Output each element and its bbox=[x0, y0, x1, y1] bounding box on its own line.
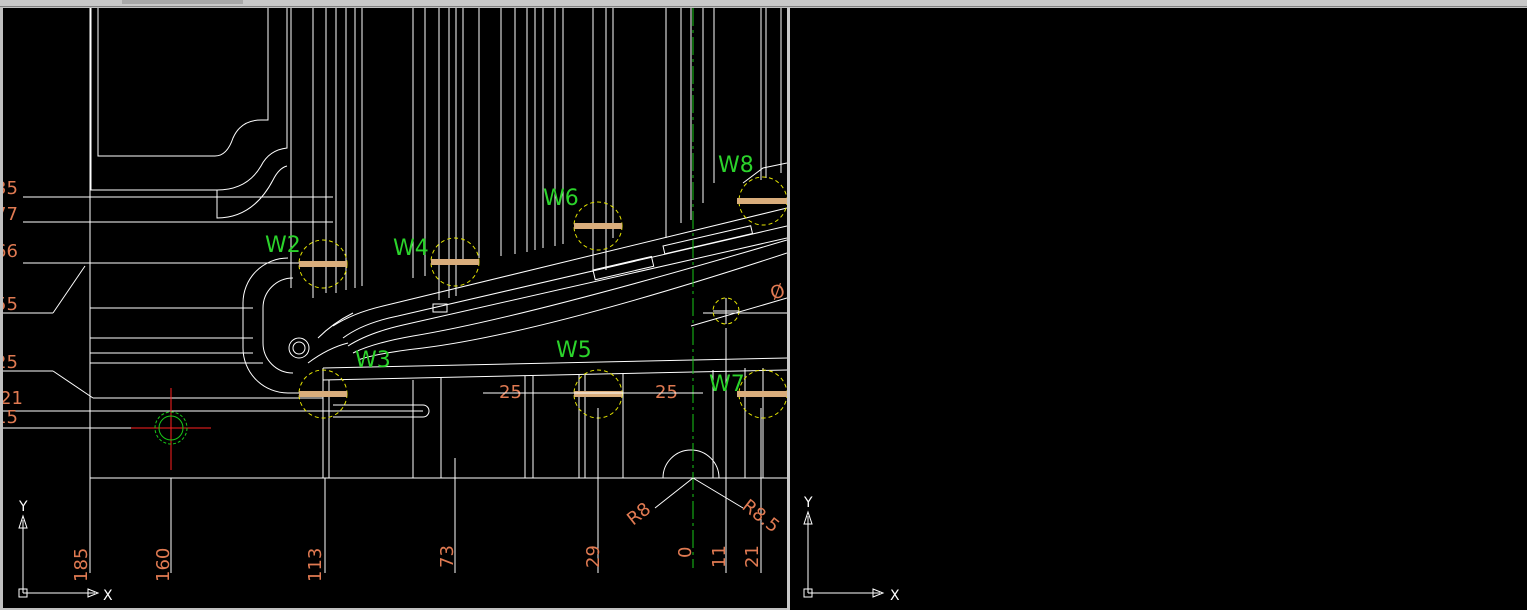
toolbar-tab[interactable] bbox=[122, 0, 243, 4]
dim-11: 11 bbox=[709, 545, 730, 568]
dim-160: 160 bbox=[153, 548, 174, 582]
dim-15: 15 bbox=[3, 407, 18, 428]
dim-21: 21 bbox=[3, 388, 23, 409]
label-w8: W8 bbox=[718, 153, 754, 178]
label-w5: W5 bbox=[556, 338, 592, 363]
bottom-dimensions: 185 160 113 73 29 0 11 21 bbox=[71, 545, 763, 582]
label-w3: W3 bbox=[355, 348, 391, 373]
dim-73: 73 bbox=[437, 545, 458, 568]
radius-dimensions: R8 R8.5 Ø bbox=[623, 280, 787, 537]
dim-35: 35 bbox=[3, 178, 18, 199]
dim-77: 77 bbox=[3, 204, 18, 225]
dim-66: 66 bbox=[3, 241, 18, 262]
ucs-icon-right bbox=[803, 510, 885, 598]
cad-drawing-canvas[interactable]: Y X W2 W3 W4 W5 W6 W7 W8 35 77 66 55 25 … bbox=[3, 8, 787, 608]
dim-r8: R8 bbox=[623, 499, 655, 530]
label-w2: W2 bbox=[265, 233, 301, 258]
dim-113: 113 bbox=[305, 548, 326, 582]
dim-0: 0 bbox=[675, 547, 696, 558]
dim-185: 185 bbox=[71, 548, 92, 582]
dim-21-bottom: 21 bbox=[742, 545, 763, 568]
ucs-x-label-right: X bbox=[890, 588, 900, 604]
ucs-x-label: X bbox=[103, 588, 113, 604]
label-w4: W4 bbox=[393, 236, 429, 261]
drawing-viewport-left[interactable]: Y X W2 W3 W4 W5 W6 W7 W8 35 77 66 55 25 … bbox=[3, 8, 787, 608]
label-w7: W7 bbox=[709, 372, 745, 397]
dim-55: 55 bbox=[3, 294, 18, 315]
empty-canvas[interactable]: Y X bbox=[790, 8, 1527, 610]
diameter-leader bbox=[690, 297, 787, 327]
drawing-viewport-right[interactable]: Y X bbox=[790, 8, 1527, 610]
red-crosshair-icon bbox=[131, 388, 211, 470]
dim-diameter: Ø bbox=[768, 280, 787, 305]
ucs-y-label: Y bbox=[18, 499, 28, 515]
dim-25: 25 bbox=[3, 352, 18, 373]
window-top-strip bbox=[0, 0, 1527, 7]
label-w6: W6 bbox=[543, 186, 579, 211]
ucs-y-label-right: Y bbox=[803, 495, 813, 511]
left-dimensions: 35 77 66 55 25 21 15 bbox=[3, 178, 23, 428]
dim-29: 29 bbox=[583, 545, 604, 568]
